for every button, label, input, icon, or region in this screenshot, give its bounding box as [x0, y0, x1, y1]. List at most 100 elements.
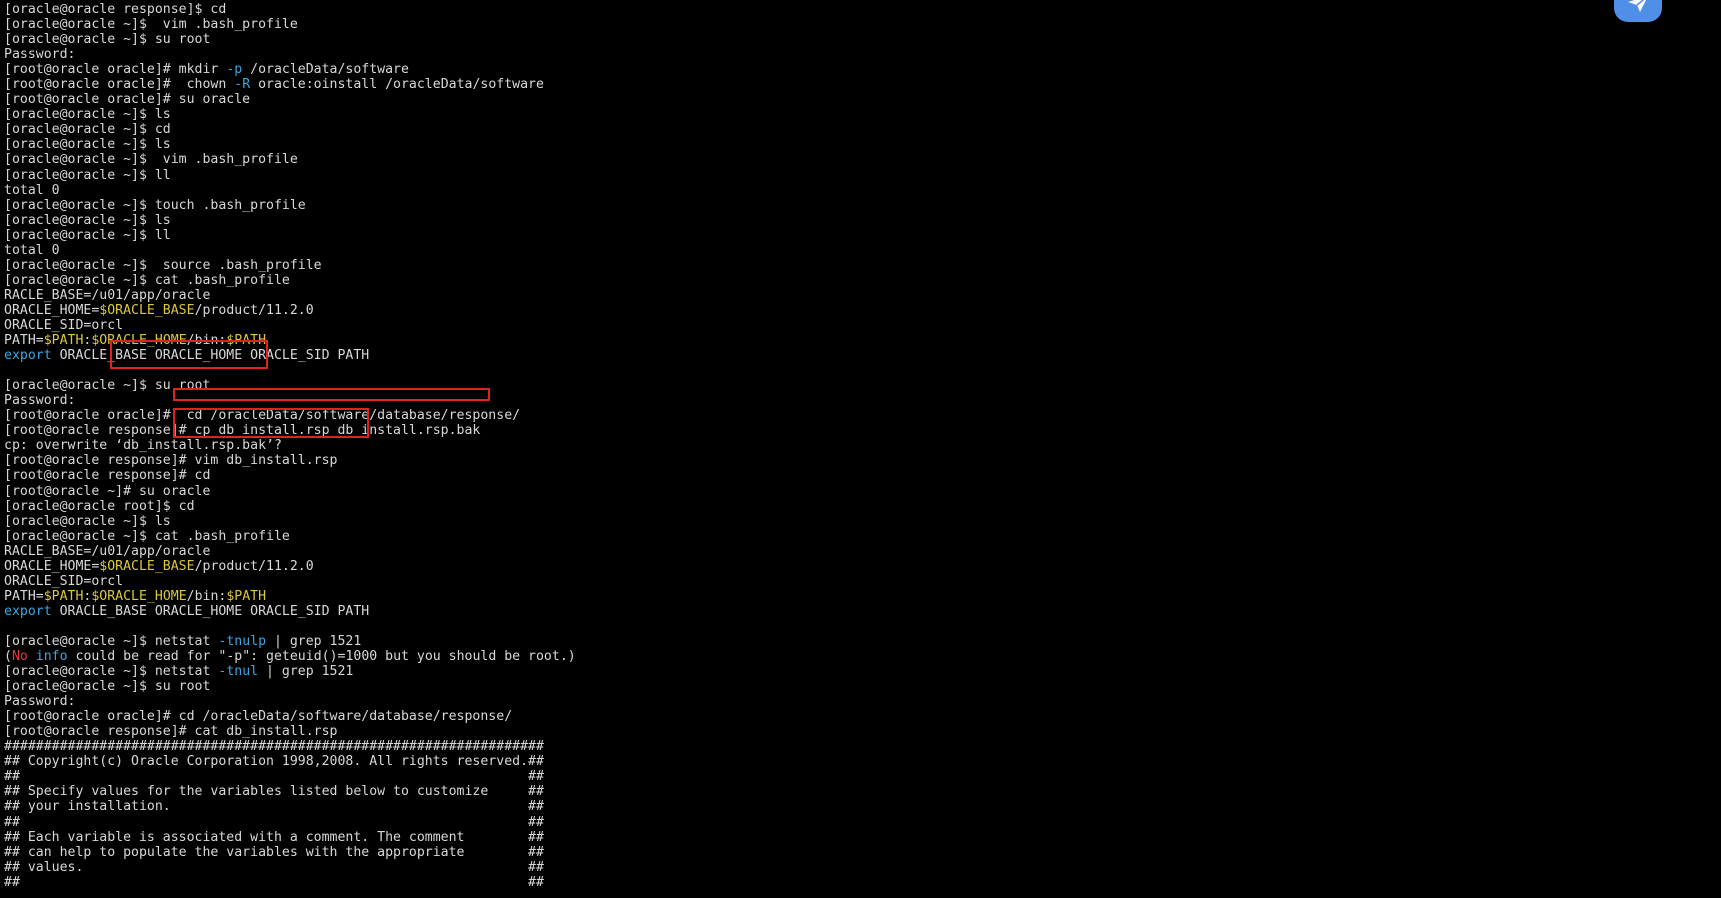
terminal-line: ## values. ##	[4, 860, 576, 875]
terminal-text-segment: -R	[234, 77, 251, 93]
terminal-line: [oracle@oracle ~]$ ls	[4, 137, 576, 152]
terminal-text-segment: ORACLE_SID=orcl	[4, 317, 124, 333]
terminal-line: ORACLE_SID=orcl	[4, 318, 576, 333]
highlight-box-vim-command	[173, 408, 369, 438]
terminal-line: [root@oracle response]# cat db_install.r…	[4, 724, 576, 739]
terminal-text-segment: [oracle@oracle ~]$ ll	[4, 167, 171, 183]
terminal-text-segment: [oracle@oracle ~]$ cat .bash_profile	[4, 272, 290, 288]
terminal-text-segment: [oracle@oracle ~]$ netstat	[4, 633, 219, 649]
terminal-line: [root@oracle oracle]# cd /oracleData/sof…	[4, 709, 576, 724]
terminal-text-segment: [oracle@oracle ~]$ ls	[4, 212, 171, 228]
terminal-line: ## ##	[4, 875, 576, 890]
terminal-line: ORACLE_SID=orcl	[4, 574, 576, 589]
terminal-text-segment: [root@oracle ~]# su oracle	[4, 483, 211, 499]
terminal-line: total 0	[4, 183, 576, 198]
terminal-text-segment: [oracle@oracle ~]$ source .bash_profile	[4, 257, 322, 273]
terminal-text-segment: PATH=	[4, 588, 44, 604]
terminal-text-segment: ########################################…	[4, 739, 544, 755]
terminal-line: RACLE_BASE=/u01/app/oracle	[4, 544, 576, 559]
terminal-text-segment: (	[4, 649, 12, 665]
terminal-text-segment: Password:	[4, 47, 76, 63]
terminal-line: [oracle@oracle ~]$ ll	[4, 228, 576, 243]
terminal-line: total 0	[4, 243, 576, 258]
terminal-text-segment: [oracle@oracle response]$ cd	[4, 2, 227, 17]
terminal-output: [oracle@oracle response]$ cd [oracle@orac…	[4, 2, 576, 890]
terminal-line: [oracle@oracle ~]$ netstat -tnul | grep …	[4, 664, 576, 679]
terminal-text-segment: PATH=	[4, 333, 44, 349]
paper-plane-glyph	[1628, 0, 1646, 12]
terminal-text-segment: ## your installation. ##	[4, 799, 544, 815]
terminal-text-segment: ## ##	[4, 769, 544, 785]
terminal-text-segment: [oracle@oracle root]$ cd	[4, 498, 195, 514]
terminal-text-segment: No	[11, 649, 28, 665]
terminal-line: ## Specify values for the variables list…	[4, 784, 576, 799]
terminal-text-segment: [oracle@oracle ~]$ ls	[4, 107, 171, 123]
terminal-line: [oracle@oracle ~]$ touch .bash_profile	[4, 198, 576, 213]
highlight-box-cp-command	[173, 388, 490, 401]
terminal-text-segment: [root@oracle oracle]# cd /oracleData/sof…	[4, 709, 513, 725]
terminal-text-segment: $ORACLE_HOME	[91, 588, 187, 604]
terminal-text-segment: ORACLE_SID=orcl	[4, 573, 124, 589]
terminal-line: Password:	[4, 694, 576, 709]
terminal-line: [root@oracle response]# cd	[4, 468, 576, 483]
terminal-text-segment: $ORACLE_BASE	[99, 302, 195, 318]
terminal-text-segment: [oracle@oracle ~]$ netstat	[4, 664, 219, 680]
terminal-line: [oracle@oracle ~]$ ls	[4, 213, 576, 228]
terminal-line: [oracle@oracle root]$ cd	[4, 499, 576, 514]
terminal-line: [root@oracle response]# vim db_install.r…	[4, 453, 576, 468]
terminal-text-segment: /oracleData/software	[242, 62, 409, 78]
terminal-text-segment: [oracle@oracle ~]$ ls	[4, 513, 171, 529]
terminal-text-segment: ## can help to populate the variables wi…	[4, 844, 544, 860]
terminal-line: ## Copyright(c) Oracle Corporation 1998,…	[4, 754, 576, 769]
terminal-text-segment: total 0	[4, 242, 60, 258]
terminal-line: [root@oracle oracle]# chown -R oracle:oi…	[4, 77, 576, 92]
terminal-text-segment: -tnulp	[218, 633, 267, 649]
terminal-text-segment: export	[4, 348, 52, 364]
terminal-text-segment: [oracle@oracle ~]$ vim .bash_profile	[4, 17, 298, 33]
terminal-text-segment: RACLE_BASE=/u01/app/oracle	[4, 543, 211, 559]
terminal-text-segment: could be read for "-p": geteuid()=1000 b…	[67, 649, 576, 665]
terminal-text-segment: ORACLE_HOME=	[4, 302, 100, 318]
terminal-text-segment: $PATH	[43, 588, 84, 604]
terminal-line: [oracle@oracle ~]$ vim .bash_profile	[4, 152, 576, 167]
terminal-line: [oracle@oracle ~]$ source .bash_profile	[4, 258, 576, 273]
paper-plane-icon[interactable]	[1614, 0, 1662, 22]
terminal-text-segment: -tnul	[218, 664, 259, 680]
terminal-text-segment: | grep 1521	[266, 633, 362, 649]
terminal-text-segment: oracle:oinstall /oracleData/software	[250, 77, 544, 93]
terminal-text-segment: [oracle@oracle ~]$ vim .bash_profile	[4, 152, 298, 168]
terminal-line: [root@oracle ~]# su oracle	[4, 484, 576, 499]
terminal-line: [root@oracle oracle]# su oracle	[4, 92, 576, 107]
terminal-text-segment: ORACLE_HOME=	[4, 558, 100, 574]
terminal-text-segment: /bin:	[186, 588, 227, 604]
terminal-text-segment: $PATH	[43, 333, 84, 349]
terminal-text-segment: cp: overwrite ‘db_install.rsp.bak’?	[4, 438, 282, 454]
terminal-line: export ORACLE_BASE ORACLE_HOME ORACLE_SI…	[4, 348, 576, 363]
terminal-line: export ORACLE_BASE ORACLE_HOME ORACLE_SI…	[4, 604, 576, 619]
terminal-text-segment: total 0	[4, 182, 60, 198]
terminal-text-segment: /product/11.2.0	[194, 558, 314, 574]
terminal-text-segment: info	[35, 649, 68, 665]
terminal-text-segment: ORACLE_BASE ORACLE_HOME ORACLE_SID PATH	[51, 603, 370, 619]
terminal-window[interactable]: [oracle@oracle response]$ cd [oracle@orac…	[0, 0, 1721, 898]
terminal-line: ORACLE_HOME=$ORACLE_BASE/product/11.2.0	[4, 559, 576, 574]
terminal-text-segment: ## Copyright(c) Oracle Corporation 1998,…	[4, 754, 544, 770]
terminal-text-segment: [oracle@oracle ~]$ cat .bash_profile	[4, 528, 290, 544]
terminal-line: ## ##	[4, 815, 576, 830]
terminal-text-segment: [root@oracle response]# cat db_install.r…	[4, 724, 338, 740]
terminal-text-segment: Password:	[4, 393, 76, 409]
terminal-line: [oracle@oracle ~]$ vim .bash_profile	[4, 17, 576, 32]
terminal-text-segment: | grep 1521	[258, 664, 354, 680]
terminal-text-segment: export	[4, 603, 52, 619]
terminal-text-segment: [root@oracle response]# cd	[4, 468, 211, 484]
terminal-line: ## your installation. ##	[4, 799, 576, 814]
terminal-text-segment: $ORACLE_BASE	[99, 558, 195, 574]
terminal-line: RACLE_BASE=/u01/app/oracle	[4, 288, 576, 303]
terminal-text-segment: $PATH	[226, 588, 267, 604]
terminal-text-segment: Password:	[4, 694, 76, 710]
terminal-text-segment: [root@oracle oracle]# chown	[4, 77, 235, 93]
terminal-text-segment: ## ##	[4, 874, 544, 890]
terminal-text-segment: [oracle@oracle ~]$ su root	[4, 679, 211, 695]
